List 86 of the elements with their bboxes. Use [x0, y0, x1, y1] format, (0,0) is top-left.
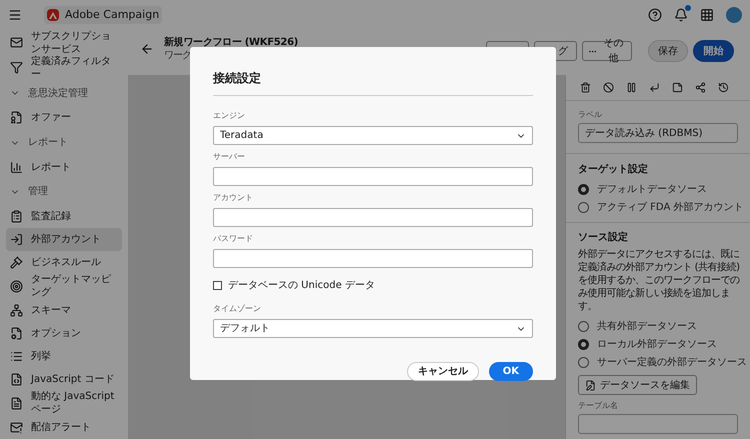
- sidebar-item[interactable]: 監査記録: [6, 204, 122, 228]
- sidebar-item[interactable]: オプション: [6, 322, 122, 345]
- label-field[interactable]: データ読み込み (RDBMS): [578, 123, 738, 143]
- section-label: 管理: [28, 185, 48, 200]
- save-button[interactable]: 保存: [648, 40, 688, 62]
- pause-icon[interactable]: [626, 82, 637, 93]
- sidebar-item[interactable]: 定義済みフィルター: [6, 55, 122, 80]
- bell-icon[interactable]: [674, 8, 688, 22]
- logo-icon: [47, 9, 59, 21]
- ban-icon[interactable]: [603, 82, 614, 93]
- bar-chart-icon: [10, 160, 23, 174]
- radio-button[interactable]: [578, 320, 589, 332]
- document-icon: [10, 396, 23, 410]
- radio-button[interactable]: [578, 184, 589, 194]
- code-file-icon: [10, 372, 23, 386]
- sidebar-item[interactable]: 配信アラート: [6, 416, 122, 439]
- menu-icon[interactable]: [8, 8, 22, 22]
- radio-label: ローカル外部データソース: [597, 338, 717, 352]
- dialog-title: 接続設定: [213, 70, 262, 87]
- radio-button[interactable]: [578, 356, 589, 368]
- section-label: 意思決定管理: [28, 86, 88, 101]
- dropdown[interactable]: Teradata: [213, 126, 533, 145]
- avatar[interactable]: [726, 7, 742, 23]
- target-icon: [10, 280, 23, 293]
- workflow-title: 新規ワークフロー (WKF526): [164, 36, 298, 49]
- section-label: レポート: [28, 136, 68, 150]
- clipboard-icon: [10, 210, 23, 223]
- apps-icon[interactable]: [700, 8, 714, 22]
- corner-icon[interactable]: [649, 82, 660, 93]
- input-field[interactable]: [213, 167, 533, 186]
- start-button[interactable]: 開始: [693, 40, 734, 62]
- edit-icon: [585, 380, 596, 390]
- sidebar-item[interactable]: オファー: [6, 106, 122, 130]
- input-field[interactable]: [213, 249, 533, 268]
- section-heading: ソース設定: [578, 230, 629, 245]
- radio-button[interactable]: [578, 338, 589, 350]
- input-field[interactable]: [213, 208, 533, 227]
- note-icon[interactable]: [672, 82, 683, 93]
- network-icon: [10, 304, 23, 317]
- document-icon: [10, 111, 23, 124]
- help-icon[interactable]: [648, 8, 662, 22]
- table-name-field[interactable]: [578, 414, 738, 434]
- product-logo[interactable]: Adobe Campaign: [44, 6, 162, 24]
- field-label: エンジン: [213, 110, 246, 122]
- sidebar-item[interactable]: ビジネスルール: [6, 250, 122, 274]
- radio-label: サーバー定義の外部データソース: [597, 356, 747, 370]
- field-label: アカウント: [213, 192, 254, 204]
- radio-label: アクティブ FDA 外部アカウント: [597, 200, 744, 214]
- source-description: 外部データにアクセスするには、既に定義済みの外部アカウント (共有接続) を使用するか、このワークフローでのみ使用可能な新しい接続を追加します。: [578, 248, 740, 313]
- checkbox-label: データベースの Unicode データ: [228, 279, 375, 293]
- sidebar-item[interactable]: 動的な JavaScript ページ: [6, 390, 122, 416]
- sidebar-item[interactable]: レポート: [6, 156, 122, 179]
- radio-button[interactable]: [578, 202, 589, 212]
- ok-button[interactable]: OK: [488, 362, 533, 381]
- login-icon: [10, 232, 23, 246]
- file-gear-icon: [10, 326, 23, 340]
- section-heading: ターゲット設定: [578, 162, 649, 177]
- gavel-icon: [10, 256, 23, 269]
- cancel-button[interactable]: キャンセル: [406, 362, 479, 381]
- radio-label: 共有外部データソース: [597, 320, 697, 334]
- field-label: ラベル: [578, 109, 603, 121]
- more-button[interactable]: その他: [582, 41, 632, 61]
- sidebar-item[interactable]: 外部アカウント: [6, 228, 122, 251]
- product-name: Adobe Campaign: [65, 6, 160, 23]
- sidebar-item[interactable]: ターゲットマッピング: [6, 274, 122, 299]
- field-label: サーバー: [213, 151, 246, 163]
- field-label: テーブル名: [578, 400, 619, 412]
- filter-icon: [10, 61, 23, 74]
- trash-icon[interactable]: [580, 82, 591, 93]
- sidebar-item[interactable]: スキーマ: [6, 298, 122, 322]
- field-label: パスワード: [213, 233, 254, 245]
- history-icon[interactable]: [718, 82, 729, 93]
- back-icon[interactable]: [140, 42, 154, 56]
- radio-label: デフォルトデータソース: [597, 182, 707, 196]
- workflow-subtitle: ワーク: [164, 49, 192, 62]
- field-label: タイムゾーン: [213, 303, 262, 315]
- dropdown[interactable]: デフォルト: [213, 319, 533, 338]
- sidebar-item[interactable]: 列挙: [6, 344, 122, 368]
- edit-datasource-button[interactable]: データソースを編集: [578, 375, 697, 395]
- share-icon[interactable]: [695, 82, 706, 93]
- sidebar-item[interactable]: JavaScript コード: [6, 368, 122, 391]
- mail-icon: [10, 36, 23, 50]
- sidebar-item[interactable]: サブスクリプションサービス: [6, 30, 122, 56]
- mail-alert-icon: [10, 421, 23, 434]
- checkbox[interactable]: [213, 281, 222, 290]
- list-icon: [10, 350, 23, 363]
